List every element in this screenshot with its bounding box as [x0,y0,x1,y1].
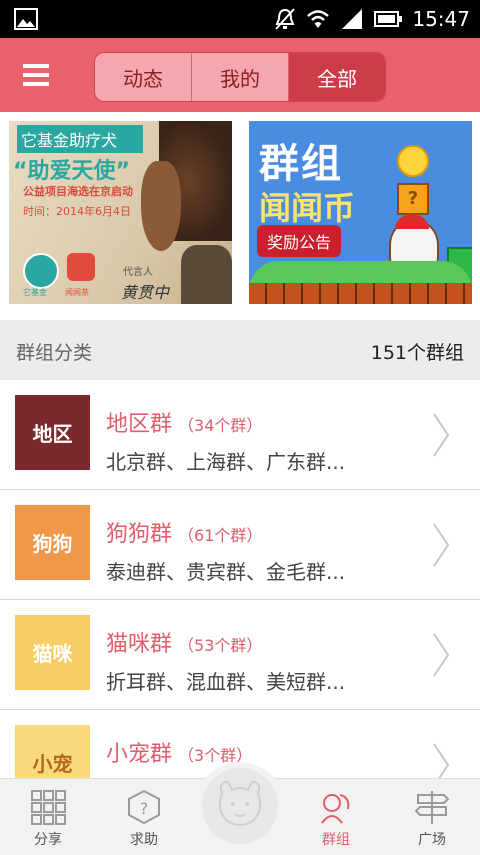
signal-icon [342,9,363,29]
list-item[interactable]: 狗狗 狗狗群 （61个群） 泰迪群、贵宾群、金毛群... [0,490,480,600]
logo-tafund [23,253,59,289]
wifi-icon [307,10,330,28]
tab-label: 广场 [418,832,446,848]
group-name-text: 地区群 [106,412,173,437]
banner2-badge: 奖励公告 [257,225,342,257]
image-icon [14,8,38,30]
chevron-right-icon [433,633,450,677]
group-name-text: 狗狗群 [106,522,173,547]
group-thumb: 小宠 [15,725,90,780]
banner-group-coins[interactable]: 群组 闻闻币 奖励公告 ? [249,121,472,304]
group-examples: 折耳群、混血群、美短群... [106,670,346,694]
center-action-button[interactable] [202,768,278,844]
list-item[interactable]: 猫咪 猫咪群 （53个群） 折耳群、混血群、美短群... [0,600,480,710]
chevron-right-icon [433,413,450,457]
dog-ear [141,161,181,251]
banner2-subtitle: 闻闻币 [259,189,356,227]
group-count: （3个群） [178,746,253,765]
group-total: 151个群组 [370,342,464,364]
tab-help[interactable]: ? 求助 [96,779,192,855]
group-name: 狗狗群 （61个群） [106,516,262,548]
tab-label: 群组 [322,832,350,848]
group-thumb-label: 猫咪 [32,642,73,666]
menu-button[interactable] [0,38,72,112]
status-bar: 15:47 [0,0,480,38]
svg-text:?: ? [140,799,149,818]
brick-ground [249,283,472,304]
hamburger-icon [23,64,49,86]
battery-icon [374,11,403,27]
banner2-title: 群组 [259,141,343,187]
banner-headline: “助爱天使” [13,159,130,184]
group-count: （53个群） [178,636,263,655]
group-thumb: 猫咪 [15,615,90,690]
grid-icon [31,790,66,825]
group-name-text: 猫咪群 [106,632,173,657]
group-thumb: 狗狗 [15,505,90,580]
tab-mine[interactable]: 我的 [192,53,289,101]
banner-title: 它基金助疗犬 [17,125,143,153]
group-list: 地区 地区群 （34个群） 北京群、上海群、广东群... 狗狗 狗狗群 （61个群）… [0,380,480,780]
spokesman-label: 代言人 [123,267,153,278]
tab-label: 求助 [130,832,158,848]
group-name-text: 小宠群 [106,742,173,767]
tab-groups[interactable]: 群组 [288,779,384,855]
group-thumb: 地区 [15,395,90,470]
group-name: 猫咪群 （53个群） [106,626,262,658]
signpost-icon [414,791,450,824]
tab-label: 分享 [34,832,62,848]
banner-date: 时间：2014年6月4日 [23,205,131,218]
category-title: 群组分类 [16,342,93,364]
logo-wenwen [67,253,95,281]
banner-subtitle: 公益项目海选在京启动 [23,185,133,198]
group-thumb-label: 狗狗 [32,532,73,556]
group-name: 地区群 （34个群） [106,406,262,438]
chevron-right-icon [433,743,450,780]
help-box-icon: ? [128,789,160,825]
question-block-icon: ? [397,183,429,215]
group-thumb-label: 小宠 [32,752,73,776]
list-item[interactable]: 地区 地区群 （34个群） 北京群、上海群、广东群... [0,380,480,490]
paw-coin-icon [397,145,429,177]
tab-share[interactable]: 分享 [0,779,96,855]
chevron-right-icon [433,523,450,567]
spokesman-signature: 黄贯中 [121,283,170,302]
group-examples: 北京群、上海群、广东群... [106,450,346,474]
spokesman-photo [181,245,232,304]
banner-guide-dog[interactable]: 它基金助疗犬 “助爱天使” 公益项目海选在京启动 时间：2014年6月4日 它基… [9,121,232,304]
group-count: （34个群） [178,416,263,435]
group-name: 小宠群 （3个群） [106,736,252,768]
segmented-tabs: 动态 我的 全部 [94,52,386,102]
group-examples: 泰迪群、贵宾群、金毛群... [106,560,346,584]
app-header: 动态 我的 全部 [0,38,480,112]
status-time: 15:47 [412,7,470,31]
group-thumb-label: 地区 [32,422,73,446]
tab-dynamic[interactable]: 动态 [95,53,192,101]
category-header: 群组分类 151个群组 [0,320,480,380]
banner-area: 它基金助疗犬 “助爱天使” 公益项目海选在京启动 时间：2014年6月4日 它基… [0,112,480,320]
group-count: （61个群） [178,526,263,545]
tab-all[interactable]: 全部 [289,53,385,101]
logo-tafund-label: 它基金 [23,288,47,297]
tab-plaza[interactable]: 广场 [384,779,480,855]
logo-wenwen-label: 闻闻茶 [65,288,89,297]
group-icon [321,794,350,824]
mute-bell-icon [275,8,296,30]
mascot-cap [395,215,429,229]
dog-face-icon [218,780,262,826]
